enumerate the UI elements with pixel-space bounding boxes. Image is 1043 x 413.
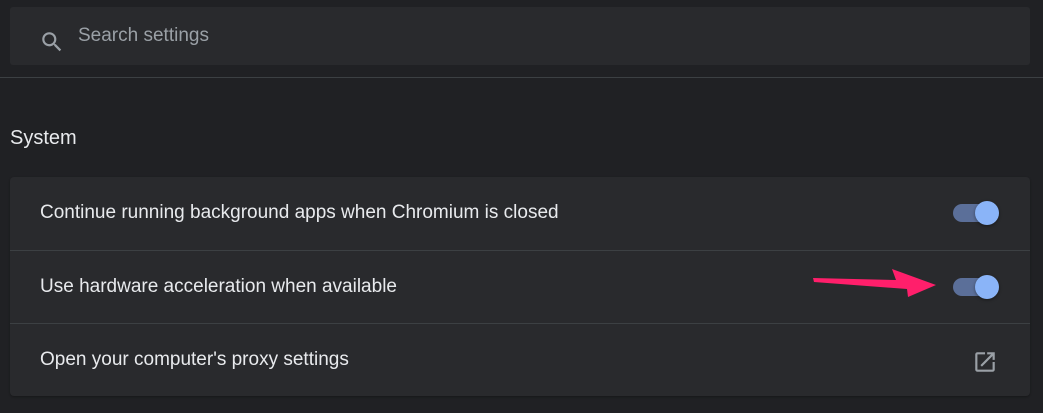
setting-row-background-apps[interactable]: Continue running background apps when Ch…: [10, 177, 1030, 250]
open-in-new-icon[interactable]: [972, 349, 998, 375]
setting-row-proxy-settings[interactable]: Open your computer's proxy settings: [10, 323, 1030, 397]
setting-label: Continue running background apps when Ch…: [40, 202, 559, 223]
setting-label: Use hardware acceleration when available: [40, 276, 397, 297]
setting-label: Open your computer's proxy settings: [40, 349, 349, 370]
annotation-arrow-icon: [813, 269, 936, 297]
section-title: System: [10, 127, 77, 149]
search-icon: [42, 32, 62, 52]
toggle-knob: [975, 275, 999, 299]
hardware-acceleration-toggle[interactable]: [953, 275, 1001, 299]
search-input[interactable]: [78, 17, 978, 55]
header-divider: [0, 77, 1043, 78]
toggle-knob: [975, 201, 999, 225]
search-bar[interactable]: [10, 7, 1030, 65]
background-apps-toggle[interactable]: [953, 201, 1001, 225]
